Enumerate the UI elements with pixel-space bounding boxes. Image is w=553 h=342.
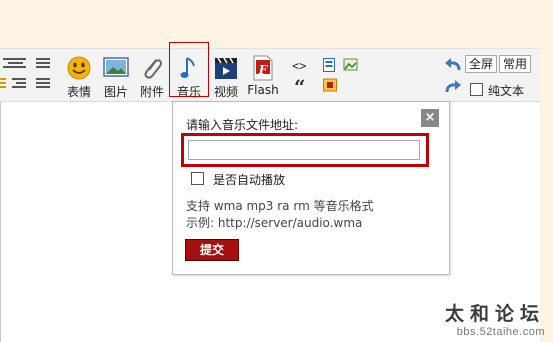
example-url-text: 示例: http://server/audio.wma	[186, 216, 363, 230]
music-url-prompt: 请输入音乐文件地址:	[186, 118, 299, 132]
smiley-icon	[67, 56, 91, 80]
plaintext-checkbox[interactable]	[470, 83, 483, 96]
image-label: 图片	[103, 85, 128, 99]
flash-badge: F	[258, 63, 268, 77]
url-input-highlight	[181, 133, 429, 167]
watermark-url: bbs.52taihe.com	[456, 326, 545, 338]
attachment-label: 附件	[139, 85, 164, 99]
autoplay-label: 是否自动播放	[213, 173, 286, 187]
attachment-button[interactable]: 附件	[136, 55, 168, 99]
insert-image-icon[interactable]	[342, 57, 358, 73]
align-center-icon[interactable]	[12, 58, 26, 70]
indent-icon[interactable]	[12, 78, 26, 90]
redo-icon[interactable]	[444, 79, 462, 95]
music-label: 音乐	[176, 85, 201, 99]
quote-button[interactable]: “	[294, 75, 306, 99]
bullet-list-icon[interactable]	[36, 78, 50, 90]
image-button[interactable]: 图片	[100, 55, 132, 99]
editor-toolbar: 表情 图片 附件 音乐 视频 F Flash <> “ 全屏 常用 纯文本	[0, 48, 540, 102]
undo-icon[interactable]	[444, 57, 462, 73]
video-clapper-icon	[215, 57, 237, 79]
support-formats-text: 支持 wma mp3 ra rm 等音乐格式	[186, 199, 374, 213]
music-note-icon	[180, 57, 195, 78]
video-label: 视频	[213, 85, 238, 99]
watermark-title: 太和论坛	[444, 303, 545, 325]
image-icon	[103, 57, 129, 77]
submit-button[interactable]: 提交	[185, 239, 239, 261]
common-button[interactable]: 常用	[499, 55, 532, 73]
video-button[interactable]: 视频	[210, 55, 242, 99]
music-button[interactable]: 音乐	[172, 55, 206, 99]
table-icon[interactable]	[322, 57, 338, 73]
plaintext-label: 纯文本	[488, 84, 525, 98]
media-icon[interactable]	[322, 77, 338, 93]
paperclip-icon	[144, 59, 162, 79]
emoticon-button[interactable]: 表情	[63, 55, 95, 99]
emoticon-label: 表情	[66, 85, 91, 99]
align-justify-icon[interactable]	[36, 58, 50, 70]
music-url-input[interactable]	[188, 140, 420, 160]
flash-label: Flash	[247, 83, 279, 97]
fullscreen-button[interactable]: 全屏	[465, 55, 498, 73]
code-button[interactable]: <>	[292, 59, 306, 73]
forum-watermark: 太和论坛 bbs.52taihe.com	[445, 299, 545, 338]
music-dialog: × 请输入音乐文件地址: 是否自动播放 支持 wma mp3 ra rm 等音乐…	[172, 101, 450, 275]
close-icon[interactable]: ×	[421, 109, 439, 127]
flash-button[interactable]: F Flash	[246, 55, 280, 97]
autoplay-checkbox[interactable]	[191, 172, 204, 185]
